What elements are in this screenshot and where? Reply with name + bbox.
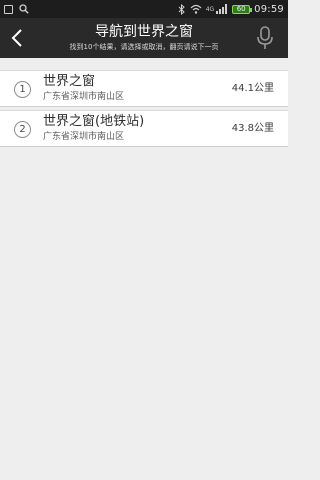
bluetooth-icon — [178, 3, 185, 15]
network-type-label: 4G — [205, 5, 215, 13]
notification-box-icon — [4, 4, 13, 14]
result-name: 世界之窗(地铁站) — [43, 114, 145, 129]
microphone-icon[interactable] — [256, 26, 274, 50]
page-title: 导航到世界之窗 — [95, 24, 193, 40]
battery-level: 60 — [236, 4, 246, 13]
result-item[interactable]: 2 世界之窗(地铁站) 广东省深圳市南山区 43.8公里 — [0, 110, 288, 147]
result-index-badge: 1 — [14, 81, 31, 98]
result-distance: 43.8公里 — [231, 123, 274, 134]
wifi-icon — [190, 4, 202, 14]
back-chevron-icon[interactable] — [6, 26, 30, 50]
result-address: 广东省深圳市南山区 — [43, 132, 125, 142]
status-time: 09:59 — [254, 3, 284, 15]
status-bar: 4G 60 09:59 — [0, 0, 288, 18]
result-name: 世界之窗 — [43, 74, 96, 89]
result-item[interactable]: 1 世界之窗 广东省深圳市南山区 44.1公里 — [0, 70, 288, 107]
status-left — [4, 2, 29, 16]
status-right: 4G 60 09:59 — [178, 2, 284, 16]
result-distance: 44.1公里 — [231, 83, 274, 94]
navigation-header: 导航到世界之窗 找到10个结果，请选择或取消，翻页请说下一页 — [0, 18, 288, 58]
signal-4g-icon — [216, 4, 228, 14]
page-subtitle: 找到10个结果，请选择或取消，翻页请说下一页 — [69, 43, 219, 51]
result-address: 广东省深圳市南山区 — [43, 92, 125, 102]
battery-icon: 60 — [232, 4, 253, 14]
result-index-badge: 2 — [14, 121, 31, 138]
search-icon — [19, 4, 29, 14]
